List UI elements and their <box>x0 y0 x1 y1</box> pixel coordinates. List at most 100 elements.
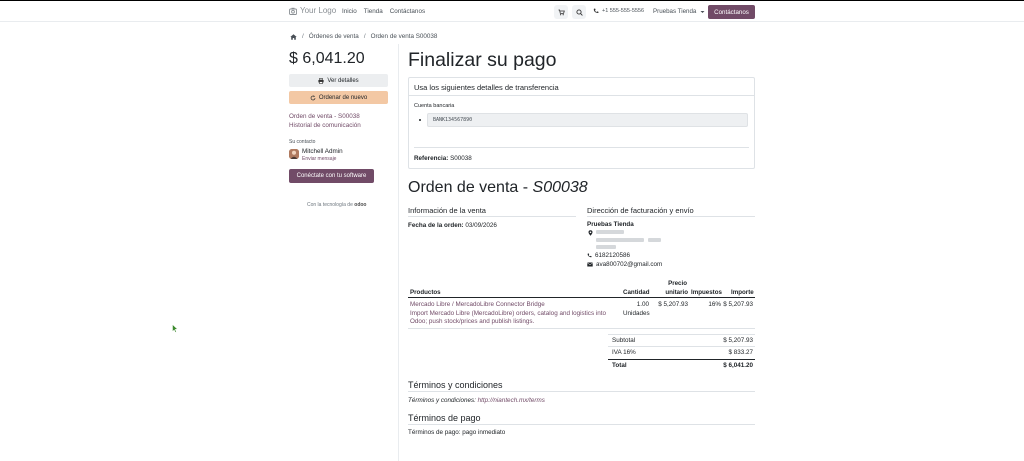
map-marker-icon <box>588 230 593 236</box>
subtotal-label: Subtotal <box>612 337 636 344</box>
total-value: $ 6,041.20 <box>723 362 753 369</box>
nav-contactanos[interactable]: Contáctanos <box>390 8 425 15</box>
bank-account-label: Cuenta bancaria <box>414 103 455 109</box>
transfer-panel-title: Usa los siguientes detalles de transfere… <box>414 83 559 92</box>
order-date-value: 03/09/2026 <box>465 222 497 229</box>
site-logo[interactable]: Your Logo <box>289 6 336 15</box>
contact-label: Su contacto <box>289 139 316 145</box>
order-link[interactable]: Orden de venta - S00038 <box>289 113 360 120</box>
redacted-address-line <box>596 230 624 234</box>
order-amount: $ 6,041.20 <box>289 50 365 67</box>
order-date: Fecha de la orden: 03/09/2026 <box>408 222 497 229</box>
cart-button[interactable] <box>554 5 568 19</box>
shop-dropdown[interactable]: Pruebas Tienda <box>653 8 705 15</box>
terms-label: Términos y condiciones: <box>408 397 476 404</box>
odoo-logo[interactable]: odoo <box>354 202 366 208</box>
view-details-label: Ver detalles <box>327 77 359 84</box>
phone-icon <box>593 8 599 14</box>
customer-name: Pruebas Tienda <box>587 221 634 228</box>
redacted-address-line <box>596 245 616 249</box>
order-date-label: Fecha de la orden: <box>408 222 464 229</box>
main-nav: Inicio Tienda Contáctanos <box>342 8 425 15</box>
cell-tax: 16% <box>708 301 721 308</box>
customer-email: ava800702@gmail.com <box>587 261 662 268</box>
table-header-line <box>408 297 755 298</box>
panel-divider <box>414 147 749 148</box>
breadcrumb-orders[interactable]: Órdenes de venta <box>309 33 359 40</box>
breadcrumb-separator: / <box>363 33 366 40</box>
customer-phone-value: 6182120586 <box>595 252 631 259</box>
reference: Referencia: S00038 <box>414 155 472 162</box>
product-line: Mercado Libre / MercadoLibre Connector B… <box>410 301 545 308</box>
section-divider <box>408 391 755 392</box>
cell-unit: Unidades <box>623 310 650 317</box>
customer-phone: 6182120586 <box>587 252 630 259</box>
nav-tienda[interactable]: Tienda <box>364 8 383 15</box>
avatar-image <box>289 149 299 159</box>
view-details-button[interactable]: Ver detalles <box>289 74 388 87</box>
product-line: Import Mercado Libre (MercadoLibre) orde… <box>410 309 606 317</box>
search-button[interactable] <box>572 5 586 19</box>
panel-divider <box>409 95 754 96</box>
terms-title: Términos y condiciones <box>408 380 503 390</box>
payment-terms-title: Términos de pago <box>408 413 481 423</box>
bank-account-value: BANK134567890 <box>427 113 748 127</box>
th-taxes: Impuestos <box>691 289 722 296</box>
th-unit-price-2: unitario <box>665 289 688 296</box>
section-divider <box>408 216 576 217</box>
home-icon[interactable] <box>290 33 297 40</box>
breadcrumb-current: Orden de venta S00038 <box>370 33 438 40</box>
th-product: Productos <box>410 289 441 296</box>
terms-url[interactable]: http://niantech.mx/terms <box>478 397 545 404</box>
send-message-link[interactable]: Enviar mensaje <box>302 156 336 162</box>
cart-icon <box>558 9 565 15</box>
history-link[interactable]: Historial de comunicación <box>289 122 361 129</box>
reorder-button[interactable]: Ordenar de nuevo <box>289 91 388 104</box>
printer-icon <box>318 77 324 84</box>
th-amount: Importe <box>731 289 754 296</box>
reference-value: S00038 <box>450 155 472 162</box>
reference-label: Referencia: <box>414 155 449 162</box>
site-header: Your Logo Inicio Tienda Contáctanos +1 5… <box>0 1 1024 22</box>
section-divider <box>408 424 755 425</box>
powered-by-text: Con la tecnología de <box>307 202 353 208</box>
mouse-cursor-icon <box>172 324 178 333</box>
phone-number: +1 555-555-5556 <box>602 8 645 14</box>
breadcrumb: / Órdenes de venta / Orden de venta S000… <box>290 33 437 40</box>
connect-software-button[interactable]: Conéctate con tu software <box>289 169 374 183</box>
totals-divider <box>608 346 755 347</box>
payment-title: Finalizar su pago <box>408 49 557 71</box>
logo-text: Your Logo <box>300 6 337 15</box>
contact-name: Mitchell Admin <box>302 148 343 155</box>
cell-amount: $ 5,207.93 <box>723 301 753 308</box>
redacted-address-line <box>648 238 661 242</box>
customer-email-value: ava800702@gmail.com <box>596 261 663 268</box>
address-title: Dirección de facturación y envío <box>587 206 694 215</box>
product-link[interactable]: Mercado Libre / MercadoLibre Connector B… <box>410 301 615 327</box>
nav-inicio[interactable]: Inicio <box>342 8 357 15</box>
total-label: Total <box>612 362 627 369</box>
phone-link[interactable]: +1 555-555-5556 <box>593 8 644 14</box>
header-contact-button[interactable]: Contáctanos <box>708 5 755 19</box>
envelope-icon <box>587 262 593 267</box>
totals-divider <box>608 334 755 335</box>
th-unit-price-1: Precio <box>668 280 687 287</box>
refresh-icon <box>310 94 316 100</box>
shop-dropdown-label: Pruebas Tienda <box>653 8 697 15</box>
product-line: Odoo; push stock/prices and publish list… <box>410 318 535 326</box>
payment-terms-text: Términos de pago: pago inmediato <box>408 429 506 436</box>
th-quantity: Cantidad <box>623 289 650 296</box>
table-row-line <box>408 328 755 329</box>
avatar <box>289 149 299 159</box>
column-divider <box>398 44 399 461</box>
subtotal-value: $ 5,207.93 <box>723 337 753 344</box>
logo-icon <box>289 7 297 15</box>
search-icon <box>575 8 583 16</box>
sale-info-title: Información de la venta <box>408 206 486 215</box>
tax-label: IVA 16% <box>612 349 636 356</box>
cell-unit-price: $ 5,207.93 <box>658 301 688 308</box>
totals-divider <box>608 359 755 360</box>
terms-text: Términos y condiciones: http://niantech.… <box>408 397 545 404</box>
redacted-address-line <box>596 238 644 242</box>
breadcrumb-separator: / <box>302 33 304 40</box>
